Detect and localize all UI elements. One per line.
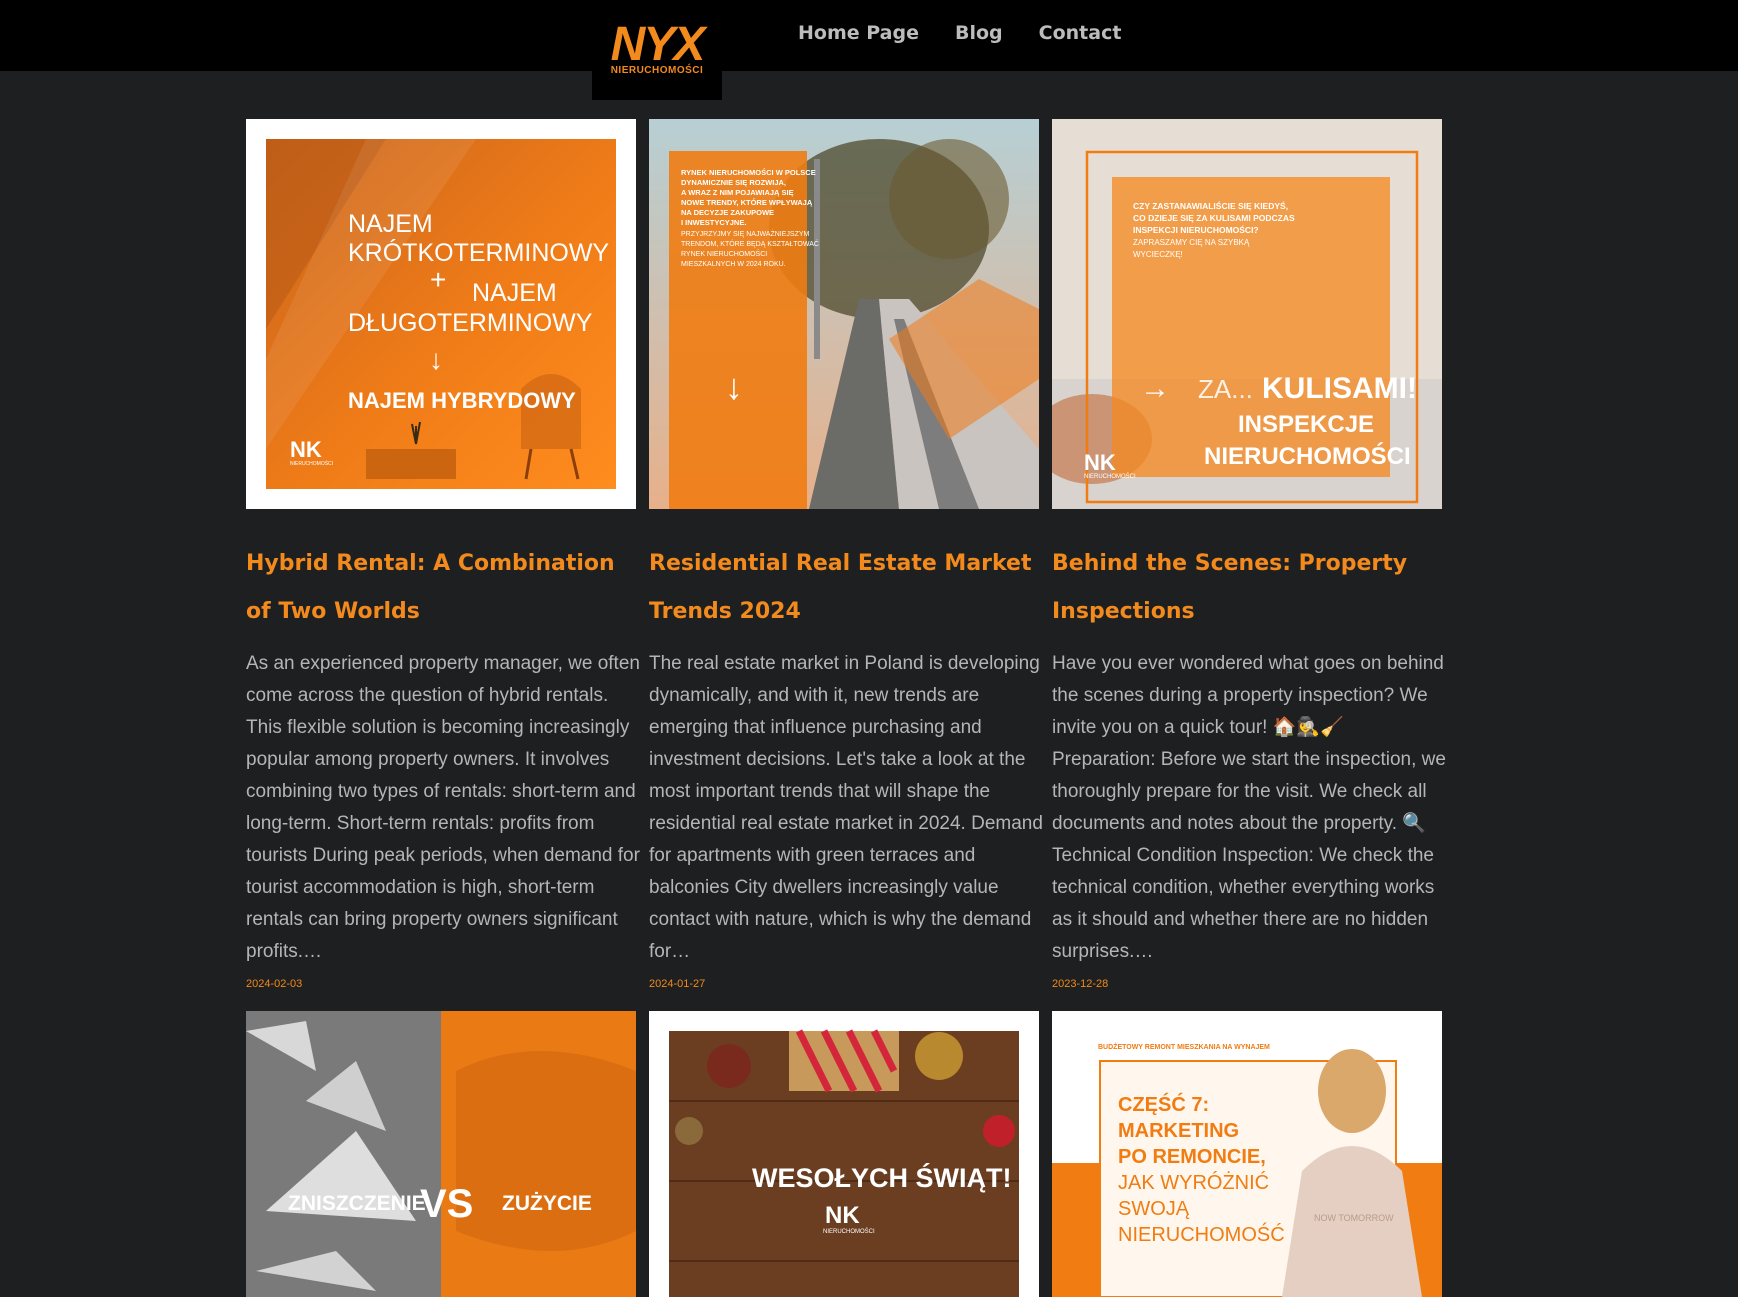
post-thumbnail-inspections[interactable]: CZY ZASTANAWIALIŚCIE SIĘ KIEDYŚ, CO DZIE… xyxy=(1052,119,1442,509)
img-l5: SWOJĄ xyxy=(1118,1198,1190,1220)
post-date: 2024-02-03 xyxy=(246,978,303,990)
img-text-line5: NAJEM HYBRYDOWY xyxy=(348,388,576,413)
post-thumbnail-renovation-part7[interactable]: BUDŻETOWY REMONT MIESZKANIA NA WYNAJEM N… xyxy=(1052,1011,1442,1297)
img-l1: CZĘŚĆ 7: xyxy=(1118,1092,1209,1116)
nav-home[interactable]: Home Page xyxy=(798,22,919,44)
christmas-graphic: WESOŁYCH ŚWIĄT! NK NIERUCHOMOŚCI xyxy=(669,1029,1019,1297)
right-arrow-icon: → xyxy=(1140,372,1170,405)
img-text-line1: NAJEM xyxy=(348,210,433,238)
post-thumbnail-damage-vs-wear[interactable]: ZNISZCZENIE VS ZUŻYCIE xyxy=(246,1011,636,1297)
img-l2: MARKETING xyxy=(1118,1120,1239,1142)
img-kulisami: KULISAMI! xyxy=(1262,372,1417,405)
damage-vs-wear-graphic: ZNISZCZENIE VS ZUŻYCIE xyxy=(246,1011,636,1297)
img-text-line4: DŁUGOTERMINOWY xyxy=(348,309,593,337)
post-thumbnail-market-trends[interactable]: RYNEK NIERUCHOMOŚCI W POLSCE DYNAMICZNIE… xyxy=(649,119,1039,509)
main-nav: Home Page Blog Contact xyxy=(798,22,1121,44)
down-arrow-icon: ↓ xyxy=(429,344,443,375)
nk-logo-icon: NK xyxy=(290,437,322,462)
img-l4: JAK WYRÓŻNIĆ xyxy=(1118,1171,1269,1194)
post-excerpt: The real estate market in Poland is deve… xyxy=(649,653,1043,962)
img-greeting: WESOŁYCH ŚWIĄT! xyxy=(752,1162,1011,1193)
nav-blog[interactable]: Blog xyxy=(955,22,1003,44)
img-za: ZA... xyxy=(1198,374,1253,404)
renovation-graphic: BUDŻETOWY REMONT MIESZKANIA NA WYNAJEM N… xyxy=(1052,1011,1442,1297)
img-l3: PO REMONCIE, xyxy=(1118,1146,1266,1168)
site-logo[interactable]: NYX NIERUCHOMOŚCI xyxy=(592,0,722,100)
post-title[interactable]: Behind the Scenes: Property Inspections xyxy=(1052,540,1452,636)
logo-subtitle: NIERUCHOMOŚCI xyxy=(610,65,704,76)
nk-logo-icon: NK xyxy=(825,1202,860,1229)
post-thumbnail-hybrid-rental[interactable]: NAJEM KRÓTKOTERMINOWY + NAJEM DŁUGOTERMI… xyxy=(246,119,636,509)
img-brand: NIERUCHOMOŚCI xyxy=(1084,472,1136,480)
market-trends-graphic: RYNEK NIERUCHOMOŚCI W POLSCE DYNAMICZNIE… xyxy=(649,119,1039,509)
post-title[interactable]: Hybrid Rental: A Combination of Two Worl… xyxy=(246,540,646,636)
nav-contact[interactable]: Contact xyxy=(1039,22,1122,44)
img-zuzycie: ZUŻYCIE xyxy=(502,1192,592,1215)
inspections-graphic: CZY ZASTANAWIALIŚCIE SIĘ KIEDYŚ, CO DZIE… xyxy=(1052,119,1442,509)
img-nieruchomosci: NIERUCHOMOŚCI xyxy=(1204,442,1411,470)
down-arrow-icon: ↓ xyxy=(725,366,743,407)
img-text-line2: KRÓTKOTERMINOWY xyxy=(348,238,609,267)
post-title[interactable]: Residential Real Estate Market Trends 20… xyxy=(649,540,1049,636)
img-shirt-text: NOW TOMORROW xyxy=(1314,1213,1394,1223)
img-top-caption: BUDŻETOWY REMONT MIESZKANIA NA WYNAJEM xyxy=(1098,1043,1270,1051)
post-date: 2024-01-27 xyxy=(649,978,706,990)
post-excerpt: Have you ever wondered what goes on behi… xyxy=(1052,653,1446,962)
img-zniszczenie: ZNISZCZENIE xyxy=(288,1192,426,1215)
img-inspekcje: INSPEKCJE xyxy=(1238,411,1374,438)
img-text-line3: NAJEM xyxy=(472,279,557,307)
nk-logo-icon: NK xyxy=(1084,450,1116,475)
post-date: 2023-12-28 xyxy=(1052,978,1109,990)
img-brand: NIERUCHOMOŚCI xyxy=(290,459,333,467)
post-excerpt: As an experienced property manager, we o… xyxy=(246,653,640,962)
plus-icon: + xyxy=(430,264,446,295)
post-thumbnail-christmas[interactable]: WESOŁYCH ŚWIĄT! NK NIERUCHOMOŚCI xyxy=(649,1011,1039,1297)
logo-mark: NYX xyxy=(610,18,706,71)
img-vs: VS xyxy=(420,1182,473,1226)
img-l6: NIERUCHOMOŚĆ xyxy=(1118,1222,1285,1246)
img-brand: NIERUCHOMOŚCI xyxy=(823,1227,875,1235)
hybrid-rental-graphic: NAJEM KRÓTKOTERMINOWY + NAJEM DŁUGOTERMI… xyxy=(266,139,616,489)
